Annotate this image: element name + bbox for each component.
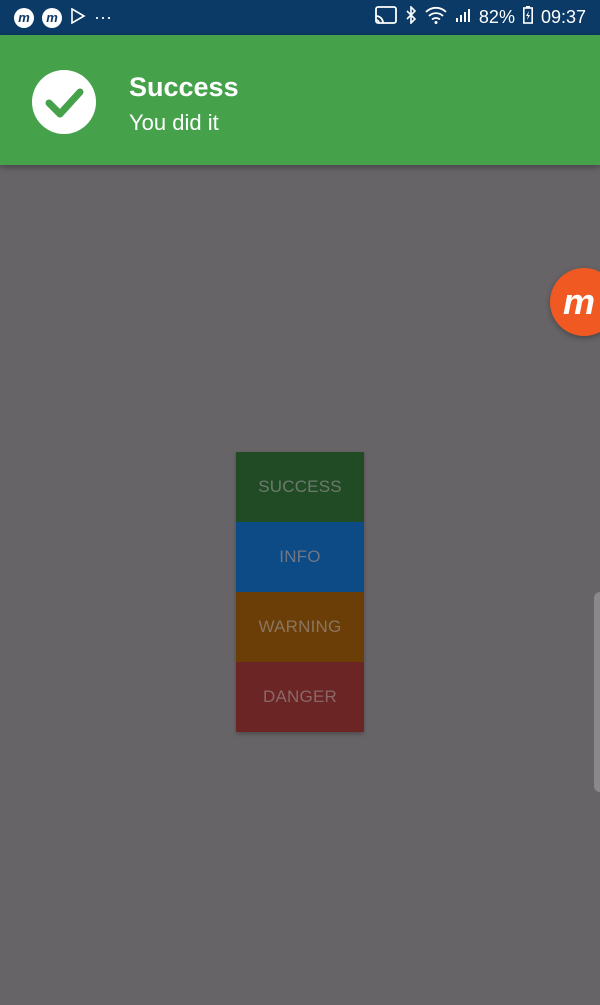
alert-button-group: SUCCESS INFO WARNING DANGER xyxy=(236,452,364,732)
floating-app-bubble[interactable]: m xyxy=(550,268,600,336)
toast-title: Success xyxy=(129,72,239,102)
status-bar: m m ··· 82% 09:37 xyxy=(0,0,600,35)
wifi-icon xyxy=(425,6,447,29)
toast-message: You did it xyxy=(129,110,219,135)
battery-icon xyxy=(522,6,533,29)
status-bar-right: 82% 09:37 xyxy=(375,5,586,29)
signal-icon xyxy=(455,7,471,28)
danger-button[interactable]: DANGER xyxy=(236,662,364,732)
more-notifications-icon: ··· xyxy=(94,7,112,27)
clock: 09:37 xyxy=(540,7,586,27)
edge-panel-handle[interactable] xyxy=(594,592,600,792)
status-bar-left: m m ··· xyxy=(14,7,112,28)
play-store-icon xyxy=(70,7,86,28)
bluetooth-icon xyxy=(405,5,417,29)
success-button[interactable]: SUCCESS xyxy=(236,452,364,522)
warning-button[interactable]: WARNING xyxy=(236,592,364,662)
cast-icon xyxy=(375,6,397,29)
battery-percent: 82% xyxy=(478,7,515,27)
info-button[interactable]: INFO xyxy=(236,522,364,592)
success-toast[interactable]: Success You did it xyxy=(0,35,600,165)
checkmark-icon xyxy=(32,70,96,134)
app-notification-icon: m xyxy=(14,7,34,28)
app-notification-icon: m xyxy=(42,7,62,28)
